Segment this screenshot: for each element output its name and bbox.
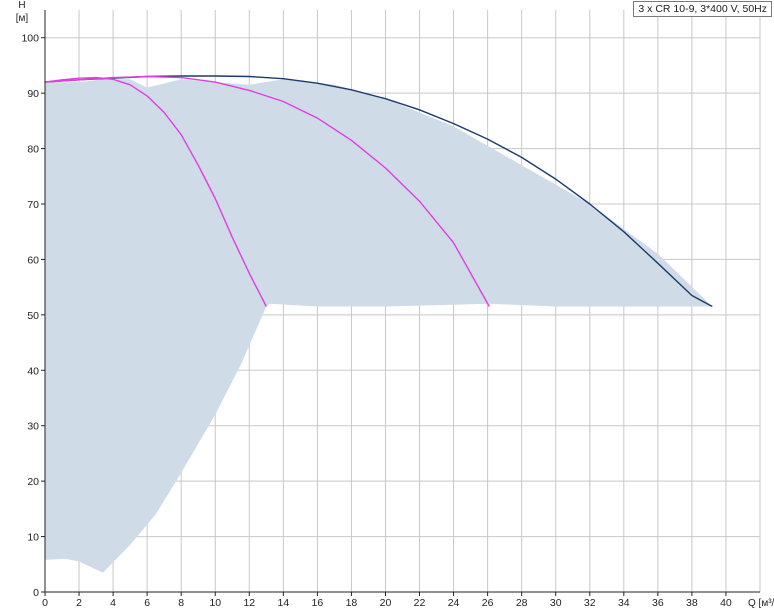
- x-tick-label: 40: [720, 597, 732, 609]
- x-tick-label: 0: [42, 597, 48, 609]
- y-tick-label: 60: [27, 254, 39, 266]
- x-tick-label: 38: [686, 597, 698, 609]
- y-tick-label: 70: [27, 199, 39, 211]
- y-axis-label: H: [18, 0, 25, 11]
- y-tick-label: 20: [27, 476, 39, 488]
- y-tick-label: 90: [27, 88, 39, 100]
- y-tick-label: 100: [21, 33, 39, 45]
- x-tick-label: 36: [652, 597, 664, 609]
- x-tick-label: 22: [414, 597, 426, 609]
- legend-text: 3 x CR 10-9, 3*400 V, 50Hz: [638, 3, 767, 15]
- x-tick-label: 32: [584, 597, 596, 609]
- y-tick-label: 40: [27, 365, 39, 377]
- x-tick-label: 18: [346, 597, 358, 609]
- y-axis-unit: [м]: [16, 13, 29, 24]
- y-tick-label: 0: [33, 587, 39, 599]
- x-tick-label: 2: [76, 597, 82, 609]
- x-tick-label: 16: [312, 597, 324, 609]
- operating-range-area: [45, 79, 713, 573]
- y-tick-label: 50: [27, 310, 39, 322]
- x-tick-label: 20: [380, 597, 392, 609]
- y-tick-label: 10: [27, 532, 39, 544]
- y-tick-label: 30: [27, 421, 39, 433]
- x-tick-label: 34: [618, 597, 630, 609]
- x-tick-label: 6: [144, 597, 150, 609]
- x-tick-label: 14: [277, 597, 289, 609]
- x-tick-label: 12: [243, 597, 255, 609]
- x-tick-label: 24: [448, 597, 460, 609]
- x-tick-label: 28: [516, 597, 528, 609]
- x-tick-label: 4: [110, 597, 116, 609]
- legend-box: 3 x CR 10-9, 3*400 V, 50Hz: [633, 1, 772, 17]
- x-tick-label: 26: [482, 597, 494, 609]
- x-tick-label: 30: [550, 597, 562, 609]
- operating-range-polygon: [45, 79, 713, 573]
- pump-curve-chart: 0 2 4 6 8 10 12 14 16 18 20 22 24 26 28 30 32 34 36 38 40010…: [16, 0, 774, 609]
- x-axis-label: Q [м³/ч]: [748, 598, 774, 609]
- x-tick-label: 10: [209, 597, 221, 609]
- x-tick-label: 8: [178, 597, 184, 609]
- y-tick-label: 80: [27, 144, 39, 156]
